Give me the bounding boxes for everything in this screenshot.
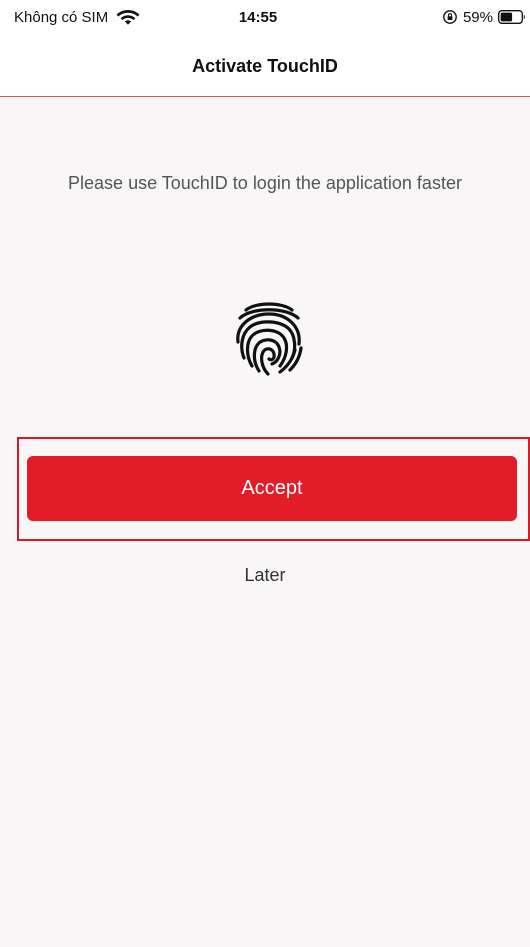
accept-button[interactable]: Accept — [27, 456, 517, 521]
battery-percentage: 59% — [462, 8, 493, 26]
status-right-group: 59% — [442, 8, 526, 26]
status-bar: Không có SIM 14:55 59% — [0, 0, 530, 34]
fingerprint-icon — [236, 302, 303, 376]
orientation-lock-icon — [443, 10, 457, 24]
battery-icon — [498, 10, 525, 24]
page-title: Activate TouchID — [192, 56, 338, 76]
navigation-bar: Activate TouchID — [0, 34, 530, 97]
instruction-text: Please use TouchID to login the applicat… — [68, 173, 462, 193]
later-button[interactable]: Later — [0, 565, 530, 586]
touchid-activation-screen: Không có SIM 14:55 59% Activate TouchID … — [0, 0, 530, 947]
